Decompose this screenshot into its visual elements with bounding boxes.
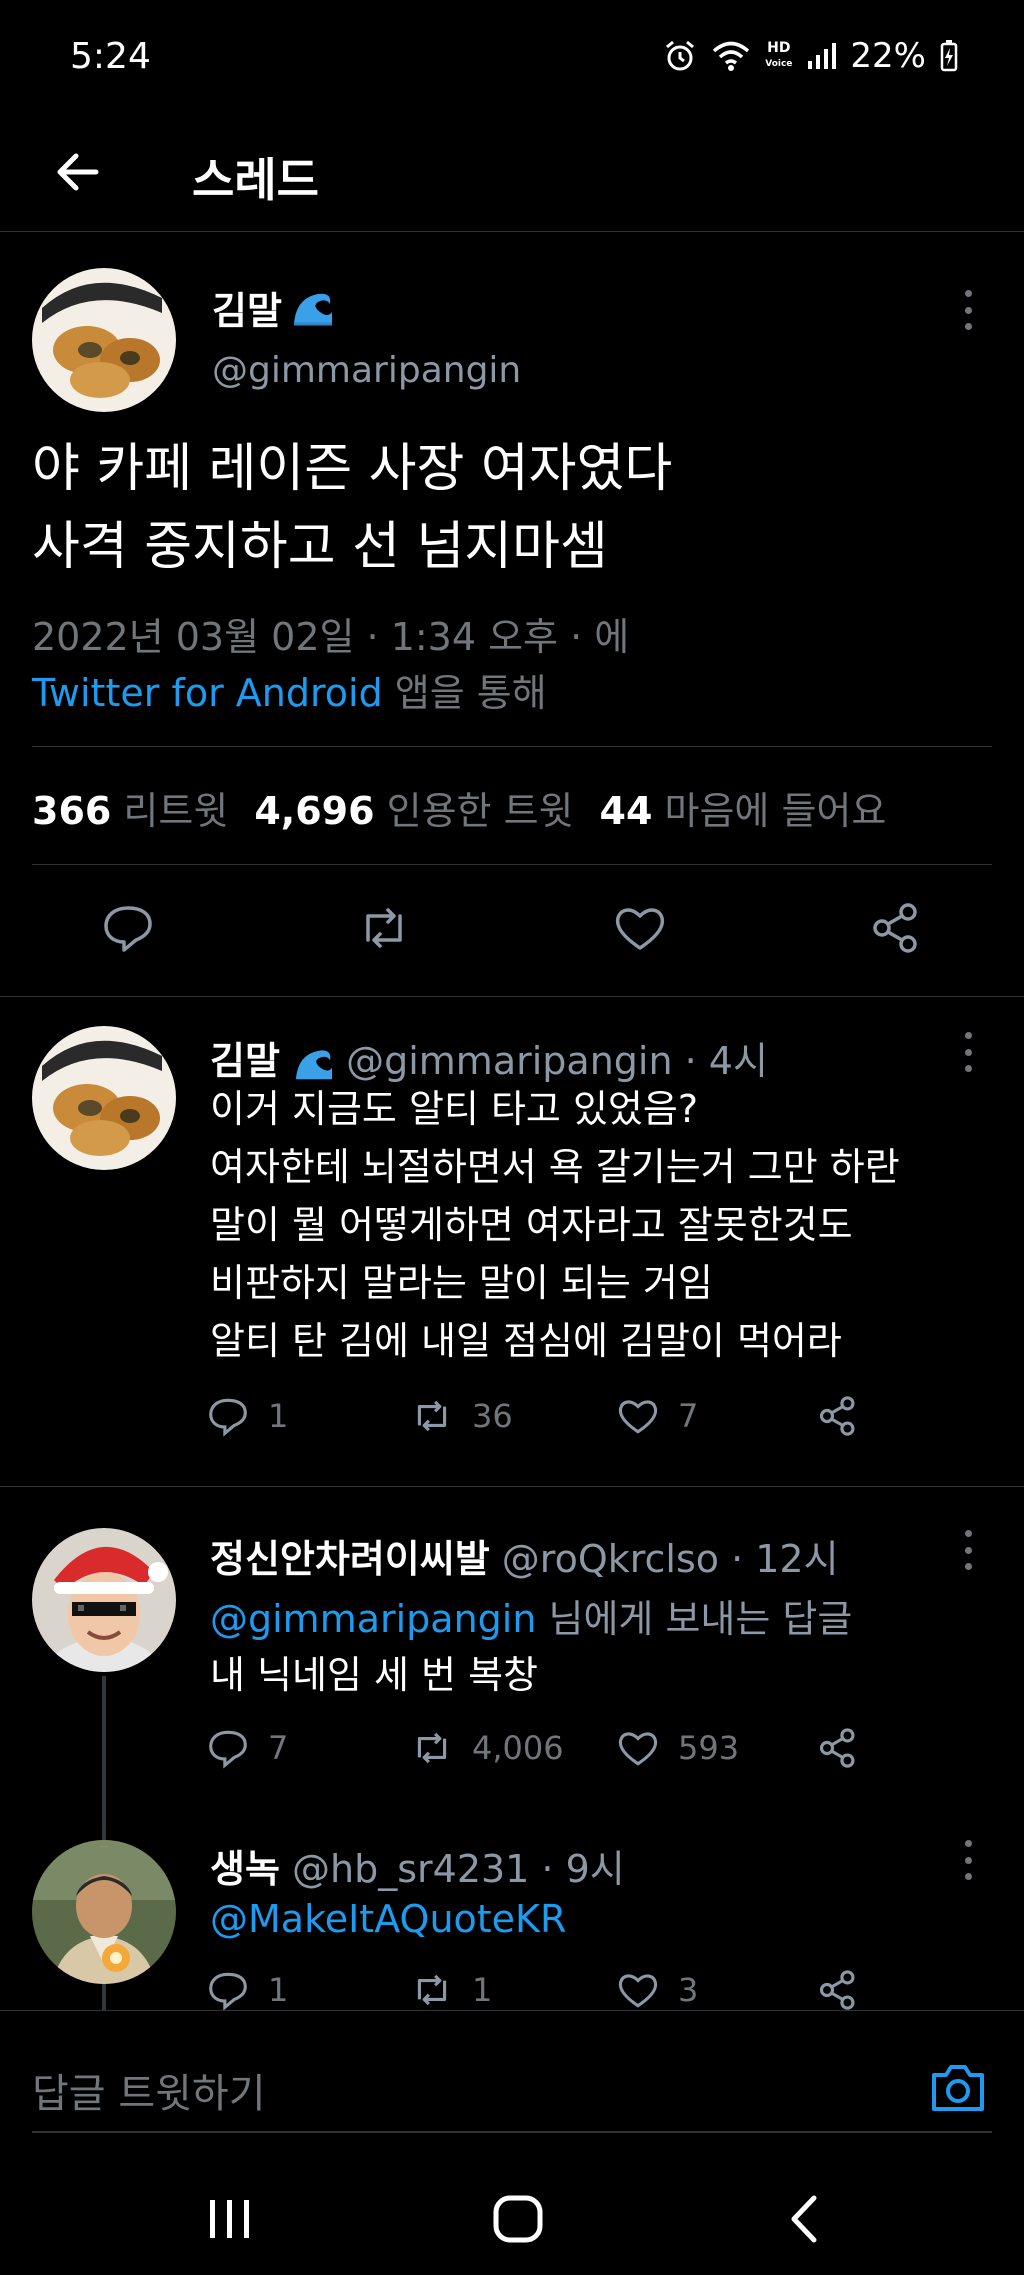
reply-text: 이거 지금도 알티 타고 있었음? 여자한테 뇌절하면서 욕 갈기는거 그만 하… [210, 1087, 900, 1363]
retweet-count[interactable]: 1 [410, 1968, 492, 2010]
like-icon [618, 1732, 658, 1766]
reply-header: 김말 @gimmaripangin · 4시 [210, 1030, 768, 1085]
like-icon [618, 1974, 658, 2008]
home-icon[interactable] [488, 2194, 548, 2244]
retweet-stat[interactable]: 366 리트윗 [32, 780, 228, 835]
alarm-icon [666, 40, 695, 71]
share-button[interactable] [816, 1968, 860, 2010]
reply-author-name[interactable]: 생녹 [210, 1847, 280, 1891]
quote-stat[interactable]: 4,696 인용한 트윗 [254, 780, 573, 835]
reply-input[interactable]: 답글 트윗하기 [32, 2061, 266, 2119]
thread-line [102, 1988, 106, 2010]
retweet-icon [417, 1400, 447, 1432]
wave-emoji-icon [293, 293, 332, 325]
reply-count[interactable]: 1 [206, 1394, 288, 1438]
share-icon [819, 1728, 855, 1768]
reply-composer: 답글 트윗하기 [0, 2010, 1024, 2160]
reply-author-name[interactable]: 정신안차려이씨발 [210, 1537, 490, 1581]
like-count[interactable]: 593 [616, 1726, 739, 1770]
divider [32, 2131, 992, 2133]
battery-charging-icon [940, 40, 958, 72]
reply-handle[interactable]: @hb_sr4231 · 9시 [292, 1847, 625, 1891]
reply-handle[interactable]: @roQkrclso · 12시 [502, 1537, 839, 1581]
like-stat[interactable]: 44 마음에 들어요 [600, 780, 887, 835]
reply-count[interactable]: 1 [206, 1968, 288, 2010]
retweet-icon [417, 1974, 447, 2006]
replying-to: @gimmaripangin 님에게 보내는 답글 [210, 1597, 853, 1641]
reply-header: 생녹 @hb_sr4231 · 9시 [210, 1838, 625, 1893]
divider [0, 1486, 1024, 1487]
avatar[interactable] [32, 1026, 176, 1170]
divider [32, 746, 992, 747]
reply-icon [209, 1972, 247, 2010]
battery-percent: 22% [850, 36, 926, 76]
tweet-timestamp: 2022년 03월 02일 · 1:34 오후 · 에 [32, 615, 630, 659]
author-handle[interactable]: @gimmaripangin [212, 350, 521, 391]
share-icon[interactable] [868, 900, 924, 956]
retweet-count[interactable]: 4,006 [410, 1726, 564, 1770]
signal-icon [808, 43, 837, 69]
more-icon[interactable] [960, 1530, 976, 1570]
wave-emoji-icon [295, 1049, 333, 1079]
avatar[interactable] [32, 268, 176, 412]
share-icon [819, 1970, 855, 2010]
retweet-icon[interactable] [356, 900, 412, 956]
reply-text: 내 닉네임 세 번 복창 [210, 1653, 538, 1697]
reply-text: @MakeItAQuoteKR [210, 1890, 990, 1948]
reply-author-name[interactable]: 김말 [210, 1039, 280, 1083]
like-count[interactable]: 3 [616, 1968, 698, 2010]
system-nav-bar [0, 2160, 1024, 2275]
reply-icon [209, 1398, 247, 1437]
recent-apps-icon[interactable] [200, 2194, 260, 2244]
reply-actions: 1 1 3 [206, 1968, 906, 2010]
camera-icon[interactable] [928, 2059, 988, 2115]
avatar[interactable] [32, 1840, 176, 1984]
reply-actions: 7 4,006 593 [206, 1726, 906, 1782]
avatar[interactable] [32, 1528, 176, 1672]
more-icon[interactable] [960, 1032, 976, 1072]
reply-icon [209, 1730, 247, 1769]
more-icon[interactable] [960, 1840, 976, 1880]
reply-header: 정신안차려이씨발 @roQkrclso · 12시 [210, 1528, 839, 1583]
divider [32, 864, 992, 865]
reply-icon[interactable] [100, 900, 156, 956]
status-time: 5:24 [70, 36, 151, 77]
status-icons: HD Voice 22% [663, 36, 958, 76]
status-bar: 5:24 HD Voice 22% [0, 0, 1024, 118]
page-title: 스레드 [192, 153, 319, 207]
share-button[interactable] [816, 1726, 860, 1770]
thread-header: 스레드 [0, 118, 1024, 232]
retweet-count[interactable]: 36 [410, 1394, 513, 1438]
like-icon [618, 1400, 658, 1434]
tweet-actions [0, 900, 1024, 980]
hd-voice-icon: HD Voice [765, 40, 793, 69]
like-count[interactable]: 7 [616, 1394, 698, 1438]
back-arrow-icon[interactable] [48, 142, 108, 202]
tweet-stats: 366 리트윗 4,696 인용한 트윗 44 마음에 들어요 [32, 780, 886, 835]
like-icon[interactable] [612, 900, 668, 956]
reply-handle[interactable]: @gimmaripangin · 4시 [346, 1039, 768, 1083]
wifi-icon [713, 41, 750, 71]
divider [0, 996, 1024, 997]
retweet-icon [417, 1732, 447, 1764]
mention-link[interactable]: @MakeItAQuoteKR [210, 1890, 990, 1948]
tweet-text: 야 카페 레이즌 사장 여자였다 사격 중지하고 선 넘지마셈 [32, 439, 673, 577]
reply-count[interactable]: 7 [206, 1726, 288, 1770]
source-link[interactable]: Twitter for Android [32, 671, 383, 715]
author-name[interactable]: 김말 [212, 280, 334, 335]
share-icon [819, 1396, 855, 1436]
back-nav-icon[interactable] [776, 2194, 836, 2244]
mention-link[interactable]: @gimmaripangin [210, 1597, 536, 1641]
tweet-source: Twitter for Android 앱을 통해 [32, 671, 547, 715]
share-button[interactable] [816, 1394, 860, 1438]
more-icon[interactable] [960, 290, 976, 330]
reply-actions: 1 36 7 [206, 1394, 906, 1450]
